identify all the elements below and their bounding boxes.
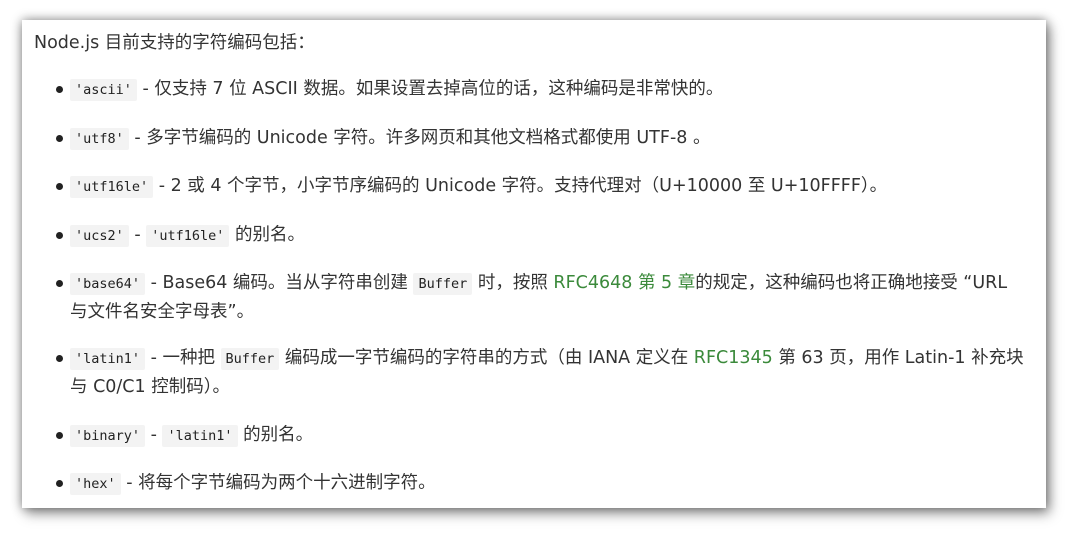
list-item-latin1: 'latin1' - 一种把 Buffer 编码成一字节编码的字符串的方式（由 … bbox=[56, 344, 1026, 401]
intro-text: Node.js 目前支持的字符编码包括： bbox=[34, 33, 315, 53]
code-hex: 'hex' bbox=[70, 473, 121, 495]
item-text: 编码成一字节编码的字符串的方式（由 IANA 定义在 bbox=[279, 348, 694, 368]
item-text: - 多字节编码的 Unicode 字符。许多网页和其他文档格式都使用 UTF-8… bbox=[128, 128, 711, 148]
item-text: 的别名。 bbox=[237, 425, 314, 445]
item-text: - 将每个字节编码为两个十六进制字符。 bbox=[120, 473, 436, 493]
rfc4648-link[interactable]: RFC4648 第 5 章 bbox=[553, 273, 695, 293]
list-item-hex: 'hex' - 将每个字节编码为两个十六进制字符。 bbox=[56, 469, 1026, 498]
item-text: - 仅支持 7 位 ASCII 数据。如果设置去掉高位的话，这种编码是非常快的。 bbox=[136, 79, 724, 99]
list-item-utf16le: 'utf16le' - 2 或 4 个字节，小字节序编码的 Unicode 字符… bbox=[56, 172, 1026, 201]
separator: - bbox=[145, 425, 163, 445]
code-utf16le: 'utf16le' bbox=[70, 176, 154, 198]
list-item-binary: 'binary' - 'latin1' 的别名。 bbox=[56, 421, 1026, 450]
code-latin1: 'latin1' bbox=[162, 425, 238, 447]
list-item-utf8: 'utf8' - 多字节编码的 Unicode 字符。许多网页和其他文档格式都使… bbox=[56, 124, 1026, 153]
separator: - bbox=[128, 225, 147, 245]
code-buffer: Buffer bbox=[220, 348, 280, 370]
item-text: - 一种把 bbox=[145, 348, 221, 368]
code-ucs2: 'ucs2' bbox=[70, 225, 129, 247]
bullet-icon bbox=[56, 432, 63, 439]
list-item-ucs2: 'ucs2' - 'utf16le' 的别名。 bbox=[56, 221, 1026, 250]
rfc1345-link[interactable]: RFC1345 bbox=[694, 348, 773, 368]
code-buffer: Buffer bbox=[413, 273, 473, 295]
item-text: - Base64 编码。当从字符串创建 bbox=[145, 273, 414, 293]
code-utf16le: 'utf16le' bbox=[146, 225, 230, 247]
code-base64: 'base64' bbox=[70, 273, 146, 295]
item-text: 时，按照 bbox=[472, 273, 554, 293]
bullet-icon bbox=[56, 183, 63, 190]
bullet-icon bbox=[56, 232, 63, 239]
item-text: 的别名。 bbox=[229, 225, 305, 245]
list-item-ascii: 'ascii' - 仅支持 7 位 ASCII 数据。如果设置去掉高位的话，这种… bbox=[56, 75, 1026, 104]
bullet-icon bbox=[56, 355, 63, 362]
bullet-icon bbox=[56, 135, 63, 142]
code-latin1: 'latin1' bbox=[70, 348, 146, 370]
code-binary: 'binary' bbox=[70, 425, 146, 447]
code-utf8: 'utf8' bbox=[70, 128, 129, 150]
item-text: - 2 或 4 个字节，小字节序编码的 Unicode 字符。支持代理对（U+1… bbox=[153, 176, 888, 196]
list-item-base64: 'base64' - Base64 编码。当从字符串创建 Buffer 时，按照… bbox=[56, 269, 1026, 326]
code-ascii: 'ascii' bbox=[70, 79, 137, 101]
doc-card: Node.js 目前支持的字符编码包括： 'ascii' - 仅支持 7 位 A… bbox=[22, 20, 1046, 508]
bullet-icon bbox=[56, 280, 63, 287]
bullet-icon bbox=[56, 86, 63, 93]
bullet-icon bbox=[56, 480, 63, 487]
